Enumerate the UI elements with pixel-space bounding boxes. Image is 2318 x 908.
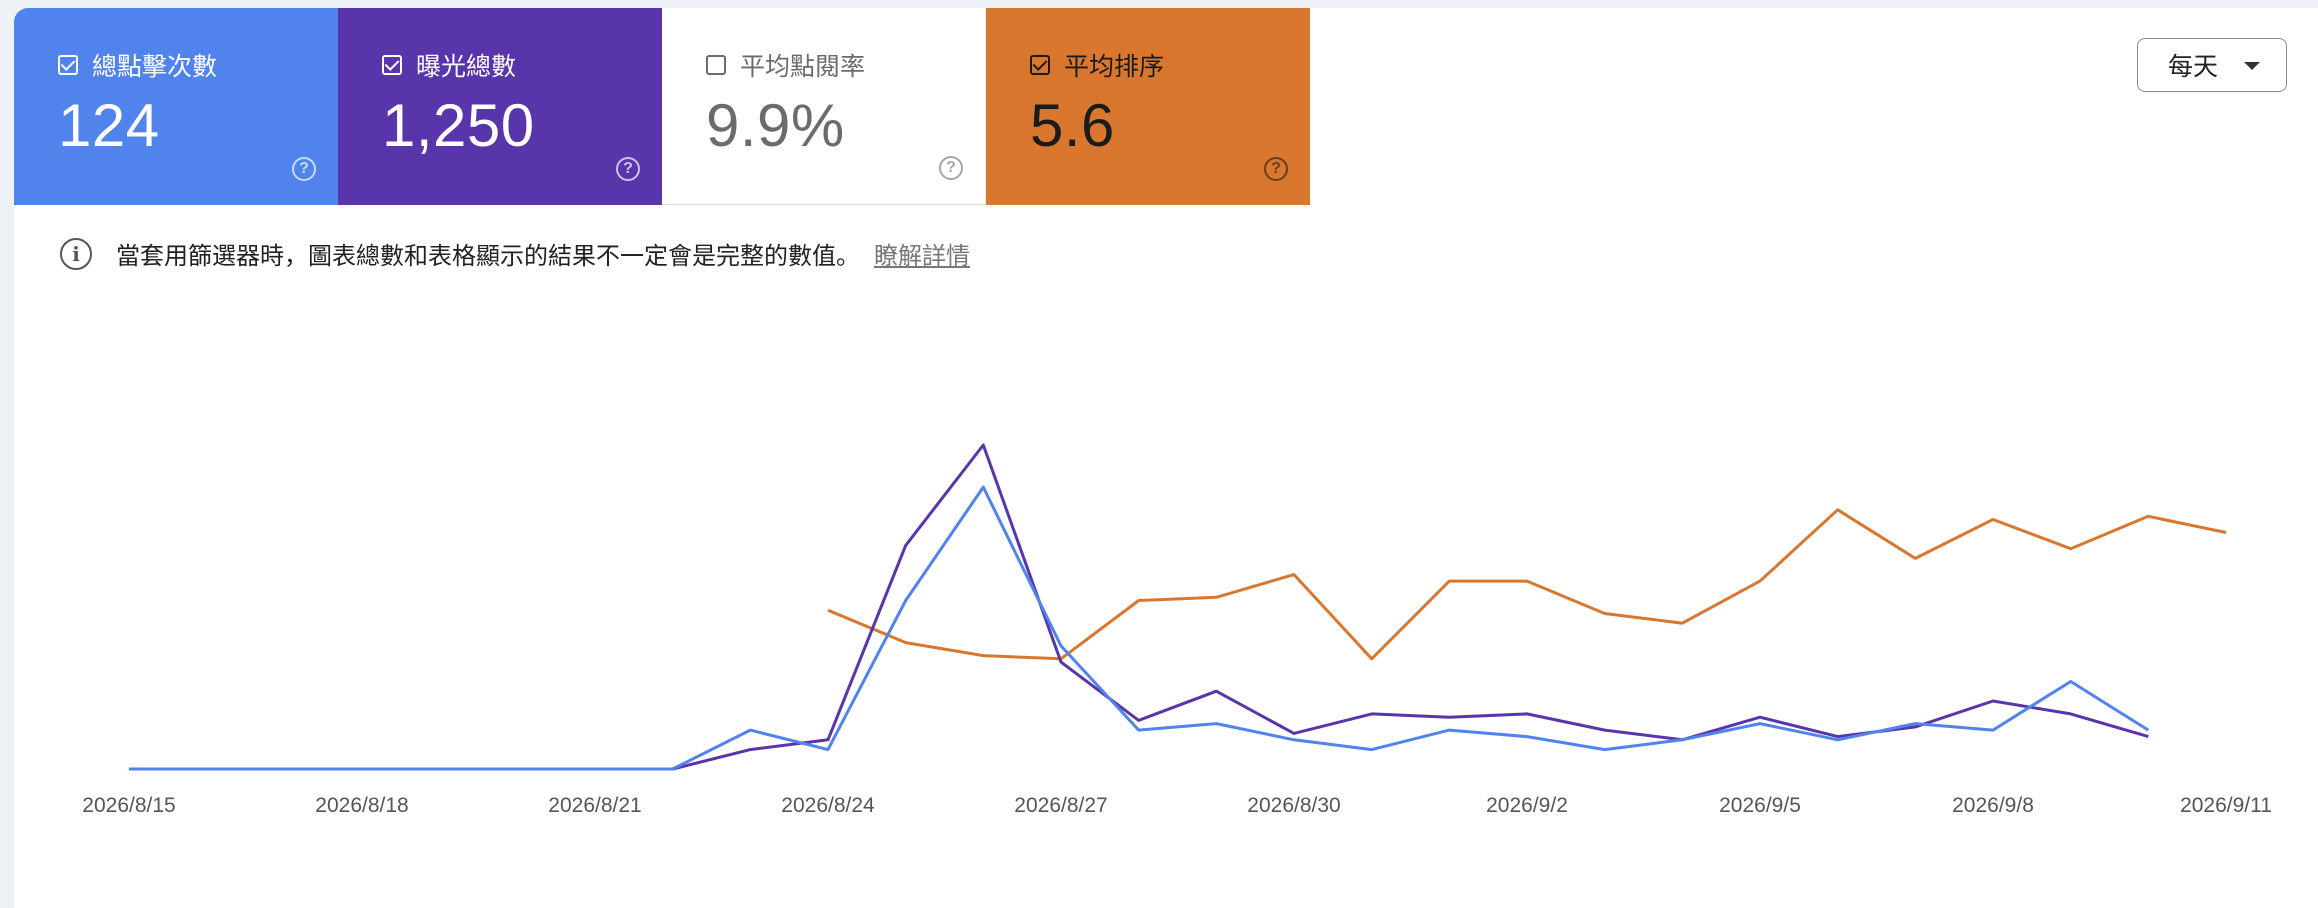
performance-chart: 2026/8/15 2026/8/18 2026/8/21 2026/8/24 2026… bbox=[82, 443, 2272, 817]
performance-card: 總點擊次數 124 ? 曝光總數 1,250 ? 平均點閱率 9.9% ? 平均… bbox=[14, 8, 2318, 908]
series-line-0 bbox=[129, 443, 2149, 771]
x-tick-label: 2026/8/18 bbox=[315, 794, 408, 817]
x-tick-label: 2026/8/27 bbox=[1014, 794, 1107, 817]
series-line-2 bbox=[827, 508, 2227, 661]
x-tick-label: 2026/9/5 bbox=[1719, 794, 1801, 817]
series-layer bbox=[129, 443, 2227, 771]
series-line-1 bbox=[129, 485, 2150, 771]
x-tick-label: 2026/8/15 bbox=[82, 794, 175, 817]
x-tick-label: 2026/8/24 bbox=[781, 794, 875, 817]
x-tick-label: 2026/8/21 bbox=[548, 794, 641, 817]
x-axis-ticks: 2026/8/15 2026/8/18 2026/8/21 2026/8/24 2026… bbox=[82, 794, 2272, 817]
x-tick-label: 2026/9/2 bbox=[1486, 794, 1568, 817]
x-tick-label: 2026/9/11 bbox=[2180, 794, 2272, 817]
x-tick-label: 2026/8/30 bbox=[1247, 794, 1340, 817]
x-tick-label: 2026/9/8 bbox=[1952, 794, 2034, 817]
